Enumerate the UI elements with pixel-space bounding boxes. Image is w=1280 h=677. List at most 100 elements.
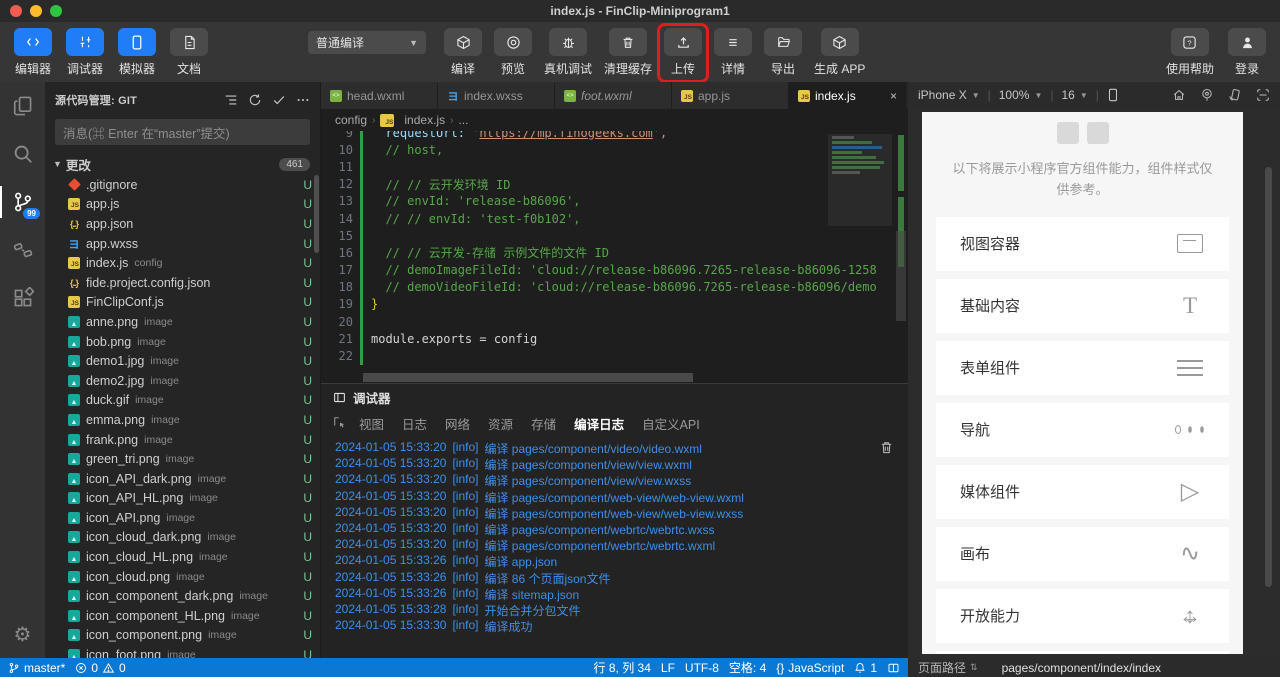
code-line[interactable]: 19}: [321, 295, 908, 314]
toolbar-button[interactable]: 清理缓存: [604, 28, 652, 78]
git-branch-status[interactable]: master*: [8, 661, 65, 675]
component-card[interactable]: 媒体组件: [936, 464, 1229, 519]
editor-tab[interactable]: JS index.js ×: [789, 82, 906, 109]
changed-file-row[interactable]: ▲ emma.png image U: [45, 410, 320, 430]
debugger-tab[interactable]: 自定义API: [642, 414, 700, 433]
toolbar-button[interactable]: 导出: [764, 28, 803, 78]
component-card[interactable]: 表单组件: [936, 340, 1229, 395]
sidebar-item-explorer[interactable]: [0, 82, 45, 130]
file-list-scrollbar[interactable]: [314, 175, 319, 253]
indentation-indicator[interactable]: 空格: 4: [729, 659, 766, 676]
editor-horizontal-scrollbar[interactable]: [321, 372, 908, 383]
changed-file-row[interactable]: .gitignore U: [45, 175, 320, 195]
changed-file-row[interactable]: ▲ icon_component.png image U: [45, 626, 320, 646]
debugger-tab[interactable]: 编译日志: [574, 414, 624, 433]
fontsize-dropdown[interactable]: 16 ▼: [1062, 88, 1088, 102]
code-line[interactable]: 12 // // 云开发环境 ID: [321, 175, 908, 193]
changed-file-row[interactable]: ▲ duck.gif image U: [45, 391, 320, 411]
debugger-tab[interactable]: 网络: [445, 414, 470, 433]
code-line[interactable]: 9 requestUrl: 'https://mp.finogeeks.com'…: [321, 131, 908, 142]
breadcrumb-folder[interactable]: config: [335, 113, 367, 127]
component-card[interactable]: 开放能力: [936, 588, 1229, 643]
toolbar-button[interactable]: 详情: [714, 28, 753, 78]
language-indicator[interactable]: {} JavaScript: [776, 661, 844, 675]
code-line[interactable]: 13 // envId: 'release-b86096',: [321, 192, 908, 210]
editor-tab[interactable]: <> foot.wxml: [555, 82, 672, 109]
layout-toggle[interactable]: [887, 662, 900, 674]
changed-file-row[interactable]: ▲ bob.png image U: [45, 332, 320, 352]
changed-file-row[interactable]: ▲ icon_cloud.png image U: [45, 567, 320, 587]
page-path-selector[interactable]: 页面路径 ⇅: [918, 659, 978, 676]
changed-file-row[interactable]: ▲ icon_API_dark.png image U: [45, 469, 320, 489]
sidebar-item-references[interactable]: [0, 226, 45, 274]
card-partial[interactable]: [936, 650, 1229, 654]
changed-file-row[interactable]: {..} app.json U: [45, 214, 320, 234]
upload-button-highlighted[interactable]: 上传: [657, 23, 710, 83]
code-line[interactable]: 21 module.exports = config: [321, 330, 908, 348]
settings-button[interactable]: ⚙: [0, 610, 45, 658]
changed-file-row[interactable]: ▲ anne.png image U: [45, 312, 320, 332]
toolbar-button[interactable]: 编译: [444, 28, 482, 78]
more-actions-icon[interactable]: [296, 93, 310, 107]
encoding-indicator[interactable]: UTF-8: [685, 661, 719, 675]
changed-file-row[interactable]: ▲ icon_foot.png image U: [45, 645, 320, 658]
toolbar-button[interactable]: 登录: [1228, 28, 1266, 77]
changed-file-row[interactable]: {..} fide.project.config.json U: [45, 273, 320, 293]
toolbar-button[interactable]: ? 使用帮助: [1166, 28, 1214, 77]
changed-file-row[interactable]: ▲ icon_cloud_HL.png image U: [45, 547, 320, 567]
simulator-scrollbar[interactable]: [1265, 167, 1272, 587]
toolbar-button[interactable]: 文档: [170, 28, 208, 77]
page-path-value[interactable]: pages/component/index/index: [1002, 661, 1161, 675]
code-line[interactable]: 10 // host,: [321, 141, 908, 159]
home-icon[interactable]: [1172, 88, 1186, 102]
sidebar-item-source-control[interactable]: 99: [0, 178, 45, 226]
code-editor[interactable]: 9 requestUrl: 'https://mp.finogeeks.com'…: [321, 131, 908, 372]
code-line[interactable]: 22: [321, 347, 908, 365]
changed-file-row[interactable]: ▲ icon_API.png image U: [45, 508, 320, 528]
toolbar-button[interactable]: 生成 APP: [814, 28, 865, 78]
sidebar-item-search[interactable]: [0, 130, 45, 178]
component-card[interactable]: 视图容器: [936, 216, 1229, 271]
clear-logs-icon[interactable]: [879, 440, 894, 455]
changed-file-row[interactable]: ヨ app.wxss U: [45, 234, 320, 254]
rotate-device-icon[interactable]: [1228, 88, 1242, 102]
changed-file-row[interactable]: JS FinClipConf.js U: [45, 293, 320, 313]
device-frame-icon[interactable]: [1107, 88, 1119, 102]
code-line[interactable]: 16 // // 云开发-存储 示例文件的文件 ID: [321, 244, 908, 262]
inspect-cursor-icon[interactable]: [333, 416, 347, 430]
changed-file-row[interactable]: JS app.js U: [45, 195, 320, 215]
zoom-dropdown[interactable]: 100% ▼: [999, 88, 1043, 102]
debugger-tab[interactable]: 视图: [359, 414, 384, 433]
toolbar-button[interactable]: 模拟器: [118, 28, 156, 77]
scan-icon[interactable]: [1256, 88, 1270, 102]
changed-file-row[interactable]: ▲ demo2.jpg image U: [45, 371, 320, 391]
eol-indicator[interactable]: LF: [661, 661, 675, 675]
notifications-status[interactable]: 1: [854, 661, 877, 675]
toolbar-button[interactable]: 调试器: [66, 28, 104, 77]
editor-tab[interactable]: ヨ index.wxss: [438, 82, 555, 109]
debugger-tab[interactable]: 存储: [531, 414, 556, 433]
breadcrumb-symbol[interactable]: ...: [458, 113, 468, 127]
changed-file-row[interactable]: ▲ frank.png image U: [45, 430, 320, 450]
refresh-icon[interactable]: [248, 93, 262, 107]
location-pin-icon[interactable]: [1200, 88, 1214, 102]
code-line[interactable]: 15: [321, 227, 908, 245]
cursor-position[interactable]: 行 8, 列 34: [594, 659, 651, 676]
device-dropdown[interactable]: iPhone X ▼: [918, 88, 980, 102]
component-card[interactable]: 基础内容: [936, 278, 1229, 333]
compile-mode-dropdown[interactable]: 普通编译 ▼: [308, 31, 426, 54]
toolbar-button[interactable]: 预览: [494, 28, 532, 78]
code-line[interactable]: 18 // demoVideoFileId: 'cloud://release-…: [321, 278, 908, 296]
toolbar-button[interactable]: 真机调试: [544, 28, 592, 78]
changed-file-row[interactable]: ▲ green_tri.png image U: [45, 449, 320, 469]
commit-message-input[interactable]: 消息(⌘ Enter 在“master”提交): [55, 119, 310, 145]
editor-tab[interactable]: JS app.js: [672, 82, 789, 109]
sidebar-item-extensions[interactable]: [0, 274, 45, 322]
code-line[interactable]: 14 // // envId: 'test-f0b102',: [321, 209, 908, 228]
changed-file-row[interactable]: ▲ icon_cloud_dark.png image U: [45, 528, 320, 548]
breadcrumb-file[interactable]: index.js: [404, 113, 445, 127]
minimap[interactable]: [828, 134, 892, 226]
view-as-tree-icon[interactable]: [224, 93, 238, 107]
commit-check-icon[interactable]: [272, 93, 286, 107]
code-line[interactable]: 11: [321, 158, 908, 176]
